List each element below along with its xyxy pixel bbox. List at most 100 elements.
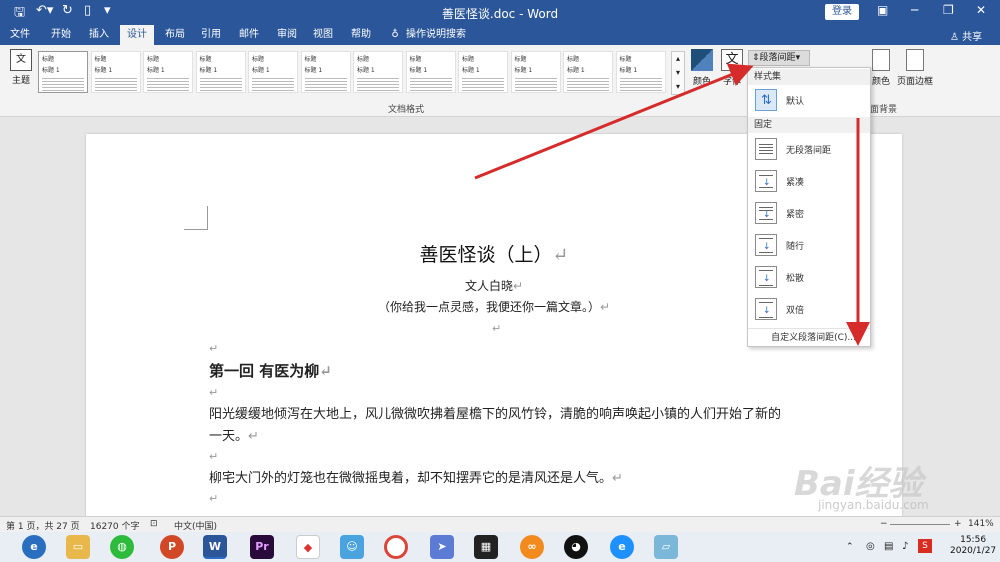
tell-me-search[interactable]: 操作说明搜索 (404, 25, 468, 45)
gallery-scroll[interactable]: ▴ ▾ ▾ (671, 51, 685, 95)
style-set-thumbnail[interactable]: 标题 标题 1 (90, 51, 141, 93)
compact-spacing-icon: ↓ (755, 170, 777, 192)
wechat-icon[interactable]: ◍ (110, 535, 134, 559)
spacing-option-relaxed[interactable]: ↓ 松散 (748, 263, 870, 293)
style-set-thumbnail[interactable]: 标题 标题 1 (458, 51, 508, 93)
app-icon[interactable]: ☺ (340, 535, 364, 559)
colors-label: 颜色 (692, 77, 711, 87)
qq-icon[interactable]: ◕ (564, 535, 588, 559)
style-set-thumbnail[interactable]: 标题 标题 1 (510, 51, 561, 93)
lightbulb-icon: ♁ (391, 29, 399, 40)
spacing-option-compact[interactable]: ↓ 紧凑 (748, 167, 870, 197)
chapter-heading: 第一回 有医为柳↵ (209, 360, 332, 381)
page-count[interactable]: 第 1 页，共 27 页 (6, 519, 80, 532)
app-icon[interactable]: ∞ (520, 535, 544, 559)
ribbon-display-options-icon[interactable]: ▣ (877, 3, 888, 17)
tab-help[interactable]: 帮助 (344, 25, 378, 45)
spacing-option-label: 随行 (786, 242, 805, 252)
tab-references[interactable]: 引用 (194, 25, 228, 45)
style-set-thumbnail[interactable]: 标题 标题 1 (563, 51, 613, 93)
style-set-thumbnail-title: 标题 (147, 56, 160, 63)
internet-explorer-icon[interactable]: e (610, 535, 634, 559)
tab-mailings[interactable]: 邮件 (232, 25, 266, 45)
document-author-text: 文人白晓 (464, 279, 513, 293)
share-button[interactable]: ♙ 共享 (950, 28, 982, 43)
close-icon[interactable]: ✕ (976, 3, 986, 17)
open-spacing-icon: ↓ (755, 234, 777, 256)
paragraph-spacing-icon: ⇕ (752, 53, 760, 63)
paragraph-mark: ↵ (552, 244, 569, 266)
thumbnail-text-line (462, 84, 504, 85)
powerpoint-icon[interactable]: P (160, 535, 184, 559)
title-bar: 🖫 ↶▾ ↻ ▯ ▾ 善医怪谈.doc - Word 登录 ▣ ─ ❐ ✕ (0, 0, 1000, 25)
style-set-thumbnail-title: 标题 (619, 56, 632, 63)
spacing-option-double[interactable]: ↓ 双倍 (748, 295, 870, 325)
spacing-option-open[interactable]: ↓ 随行 (748, 231, 870, 261)
thumbnail-text-line (357, 81, 399, 82)
zoom-in-icon[interactable]: + (954, 519, 962, 529)
tab-home[interactable]: 开始 (44, 25, 78, 45)
paragraph-spacing-button[interactable]: ⇕段落间距▾ (748, 50, 810, 66)
restore-icon[interactable]: ❐ (943, 3, 954, 17)
thumbnail-text-line (409, 87, 452, 88)
proofing-icon[interactable]: ⊡ (150, 519, 158, 529)
colors-button[interactable]: 颜色 (688, 49, 716, 87)
chrome-icon[interactable] (384, 535, 408, 559)
style-set-thumbnail-heading: 标题 1 (409, 67, 428, 74)
tight-spacing-icon: ↓ (755, 202, 777, 224)
minimize-icon[interactable]: ─ (911, 3, 918, 17)
tab-file[interactable]: 文件 (4, 25, 36, 45)
app-icon[interactable]: ▱ (654, 535, 678, 559)
login-button[interactable]: 登录 (825, 4, 859, 20)
spacing-option-tight[interactable]: ↓ 紧密 (748, 199, 870, 229)
file-explorer-icon[interactable]: ▭ (66, 535, 90, 559)
volume-icon[interactable]: ♪ (902, 541, 908, 552)
style-set-thumbnail[interactable]: 标题 标题 1 (615, 51, 666, 93)
style-set-thumbnail[interactable]: 标题 标题 1 (38, 51, 88, 93)
thumbnail-text-line (514, 87, 557, 88)
style-set-gallery: 标题 标题 1 标题 标题 1 标题 标题 1 标题 标题 1 标题 标题 1 标题 标题 1 标题 标题… (38, 51, 670, 95)
browser-360-icon[interactable]: e (22, 535, 46, 559)
style-set-thumbnail-heading: 标题 1 (462, 67, 480, 74)
custom-paragraph-spacing-item[interactable]: 自定义段落间距(C)... (748, 328, 870, 346)
style-set-thumbnail[interactable]: 标题 标题 1 (405, 51, 456, 93)
word-count[interactable]: 16270 个字 (90, 519, 140, 532)
menu-header-builtin: 样式集 (748, 69, 870, 85)
fonts-button[interactable]: 文 字体 (719, 49, 745, 87)
status-bar: 第 1 页，共 27 页 16270 个字 ⊡ 中文(中国) − + 141% (0, 516, 1000, 532)
network-icon[interactable]: ▤ (884, 541, 893, 552)
app-icon[interactable]: ◆ (296, 535, 320, 559)
zoom-level[interactable]: 141% (968, 519, 994, 529)
tab-review[interactable]: 审阅 (270, 25, 304, 45)
word-icon[interactable]: W (203, 535, 227, 559)
input-method-icon[interactable]: S (918, 539, 932, 553)
thumbnail-text-line (567, 90, 609, 91)
page-borders-button[interactable]: 页面边框 (896, 49, 934, 87)
paragraph-mark: ↵ (319, 362, 332, 380)
language-indicator[interactable]: 中文(中国) (174, 519, 217, 532)
spacing-option-label: 松散 (786, 274, 805, 284)
spacing-option-default[interactable]: ⇅ 默认 (748, 86, 870, 116)
tray-app-icon[interactable]: ◎ (866, 541, 875, 552)
video-editor-icon[interactable]: ▦ (474, 535, 498, 559)
premiere-icon[interactable]: Pr (250, 535, 274, 559)
tab-insert[interactable]: 插入 (82, 25, 116, 45)
spacing-option-label: 紧密 (786, 210, 805, 220)
style-set-thumbnail[interactable]: 标题 标题 1 (353, 51, 403, 93)
zoom-out-icon[interactable]: − (880, 519, 888, 529)
spacing-option-none[interactable]: 无段落间距 (748, 135, 870, 165)
tab-design[interactable]: 设计 (120, 25, 154, 45)
tab-view[interactable]: 视图 (306, 25, 340, 45)
style-set-thumbnail[interactable]: 标题 标题 1 (248, 51, 298, 93)
tab-layout[interactable]: 布局 (158, 25, 192, 45)
app-icon[interactable]: ➤ (430, 535, 454, 559)
zoom-slider[interactable] (890, 524, 950, 525)
themes-button[interactable]: 文 主题 (6, 49, 36, 86)
style-set-thumbnail[interactable]: 标题 标题 1 (143, 51, 193, 93)
style-set-thumbnail[interactable]: 标题 标题 1 (195, 51, 246, 93)
style-set-thumbnail-heading: 标题 1 (514, 67, 533, 74)
clock[interactable]: 15:56 2020/1/27 (950, 535, 996, 557)
style-set-thumbnail[interactable]: 标题 标题 1 (300, 51, 351, 93)
paragraph-mark: ↵ (248, 429, 259, 444)
tray-chevron-icon[interactable]: ⌃ (846, 542, 854, 552)
